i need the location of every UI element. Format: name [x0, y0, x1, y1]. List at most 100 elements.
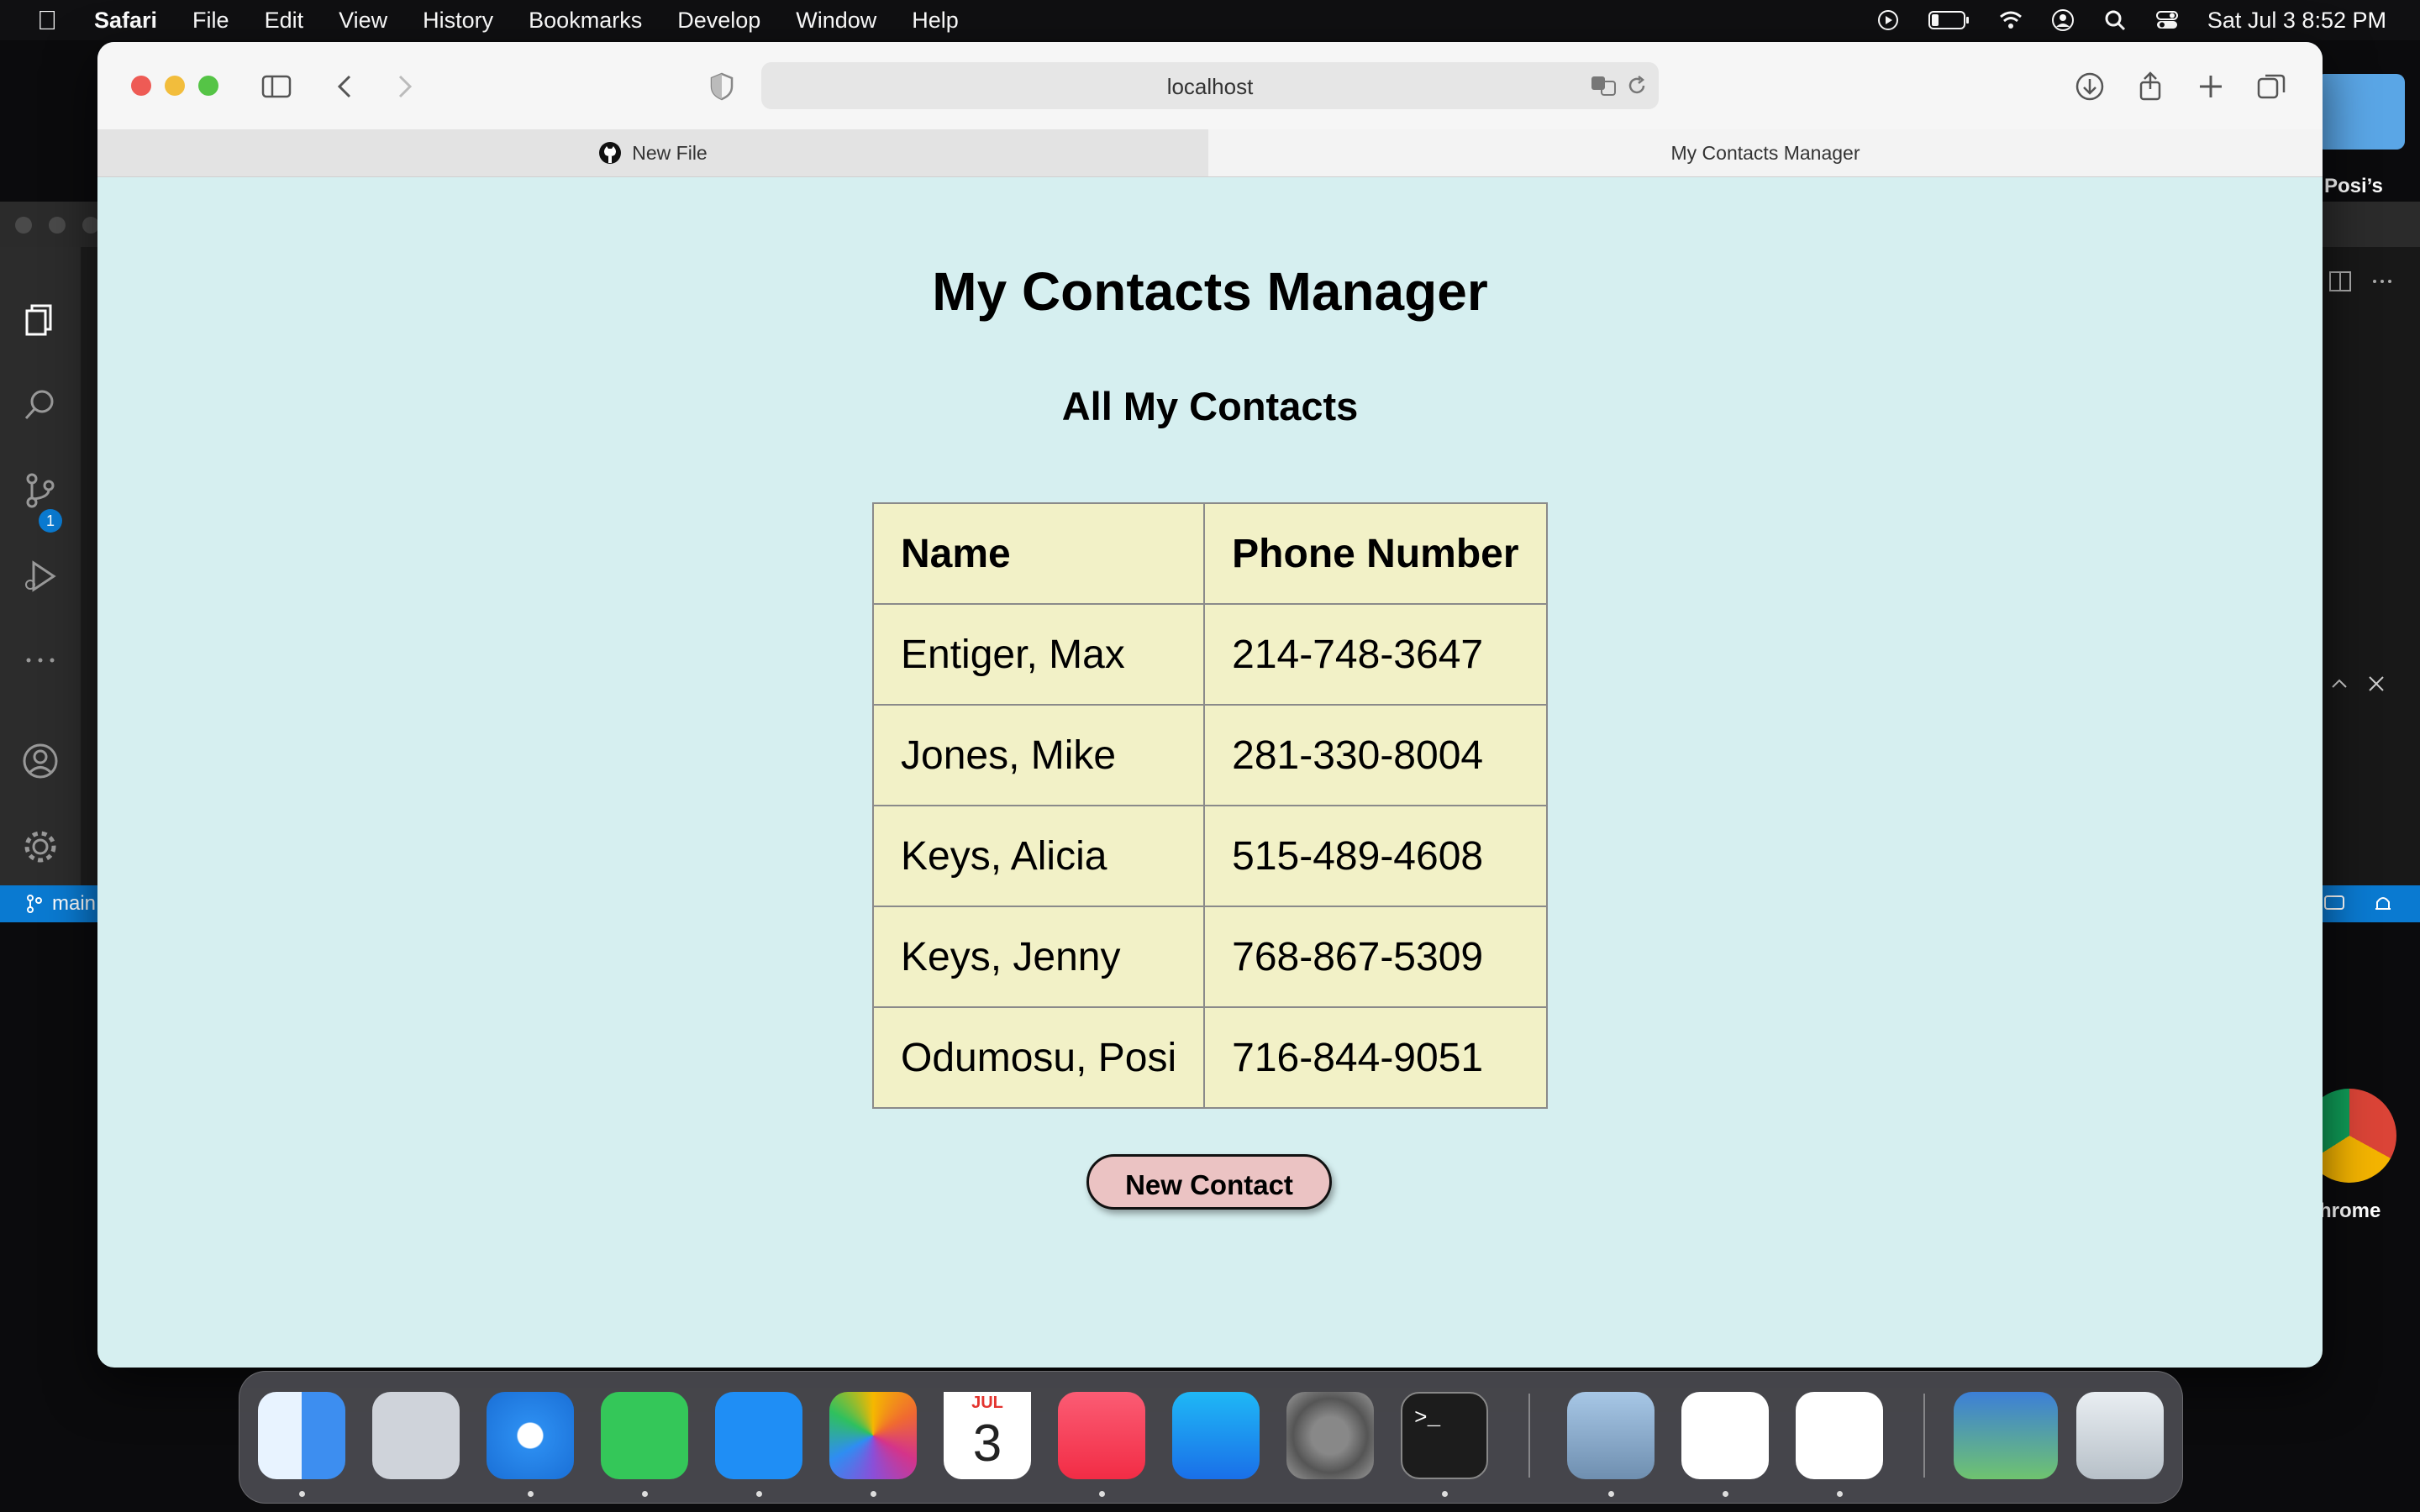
page-subtitle: All My Contacts	[1061, 384, 1359, 428]
close-window-button[interactable]	[131, 76, 151, 96]
dock-separator	[1923, 1394, 1925, 1478]
split-editor-icon[interactable]	[2328, 269, 2353, 294]
system-preferences-icon[interactable]	[1286, 1392, 1374, 1479]
running-indicator	[1442, 1491, 1448, 1497]
vscode-editor-pane	[2323, 247, 2420, 885]
menu-develop[interactable]: Develop	[677, 8, 760, 34]
contact-phone: 214-748-3647	[1203, 603, 1548, 706]
page-title: My Contacts Manager	[932, 261, 1488, 322]
table-row: Keys, Jenny 768-867-5309	[871, 906, 1548, 1008]
wps-office-icon[interactable]	[1681, 1392, 1769, 1479]
vscode-icon[interactable]	[1796, 1392, 1883, 1479]
notifications-bell-icon[interactable]	[2371, 892, 2395, 916]
share-icon[interactable]	[2134, 71, 2166, 102]
git-branch-icon	[27, 895, 42, 913]
settings-gear-icon[interactable]	[22, 828, 59, 865]
vscode-close-button[interactable]	[15, 217, 32, 234]
sidebar-toggle-icon[interactable]	[260, 71, 292, 102]
desktop-folder-label[interactable]: Posi’s	[2324, 175, 2383, 198]
launchpad-icon[interactable]	[372, 1392, 460, 1479]
running-indicator	[299, 1491, 305, 1497]
header-phone-number: Phone Number	[1203, 502, 1548, 605]
running-indicator	[1099, 1491, 1105, 1497]
editor-more-icon[interactable]	[2370, 269, 2395, 294]
terminal-prompt: >_	[1414, 1405, 1441, 1431]
tab-my-contacts-manager-label: My Contacts Manager	[1670, 141, 1860, 164]
calendar-icon[interactable]: JUL 3	[944, 1392, 1031, 1479]
menu-help[interactable]: Help	[912, 8, 959, 34]
search-icon[interactable]	[22, 386, 59, 423]
desktop-folder-icon[interactable]	[2316, 74, 2405, 150]
zoom-window-button[interactable]	[198, 76, 218, 96]
music-icon[interactable]	[1058, 1392, 1145, 1479]
now-playing-icon[interactable]	[1876, 8, 1900, 32]
menu-bookmarks[interactable]: Bookmarks	[529, 8, 642, 34]
terminal-icon[interactable]: >_	[1401, 1392, 1488, 1479]
address-bar-url[interactable]: localhost	[761, 74, 1659, 100]
translate-icon[interactable]	[1590, 74, 1618, 97]
running-indicator	[1837, 1491, 1843, 1497]
running-indicator	[871, 1491, 876, 1497]
menu-history[interactable]: History	[423, 8, 493, 34]
menu-file[interactable]: File	[192, 8, 229, 34]
menu-app-name[interactable]: Safari	[94, 8, 157, 34]
spotlight-search-icon[interactable]	[2103, 8, 2127, 32]
finder-icon[interactable]	[258, 1392, 345, 1479]
accounts-icon[interactable]	[22, 743, 59, 780]
contact-name: Entiger, Max	[871, 603, 1206, 706]
minimize-window-button[interactable]	[165, 76, 185, 96]
explorer-icon[interactable]	[22, 301, 59, 338]
control-center-icon[interactable]	[2155, 8, 2179, 32]
vscode-minimize-button[interactable]	[49, 217, 66, 234]
tab-new-file[interactable]: New File	[97, 129, 1209, 176]
more-actions-icon[interactable]	[22, 642, 59, 679]
user-account-icon[interactable]	[2051, 8, 2075, 32]
dock: JUL 3 >_	[239, 1371, 2183, 1504]
run-debug-icon[interactable]	[22, 558, 59, 595]
preview-icon[interactable]	[1567, 1392, 1655, 1479]
screenshot-thumbnail-icon[interactable]	[1954, 1392, 2058, 1479]
new-contact-button[interactable]: New Contact	[1086, 1154, 1332, 1210]
tab-overview-icon[interactable]	[2255, 71, 2287, 102]
source-control-icon[interactable]	[22, 472, 59, 509]
new-tab-plus-icon[interactable]	[2195, 71, 2227, 102]
running-indicator	[528, 1491, 534, 1497]
downloads-icon[interactable]	[2074, 71, 2106, 102]
github-icon	[599, 142, 622, 164]
status-menus: Sat Jul 3 8:52 PM	[1876, 0, 2386, 40]
git-branch-label[interactable]: main	[52, 892, 96, 916]
messages-icon[interactable]	[601, 1392, 688, 1479]
feedback-icon[interactable]	[2323, 892, 2346, 916]
safari-icon[interactable]	[487, 1392, 574, 1479]
calendar-day: 3	[972, 1415, 1002, 1473]
safari-window: localhost New File My Contacts Manager M…	[97, 42, 2323, 1368]
reload-icon[interactable]	[1625, 74, 1649, 97]
tab-my-contacts-manager[interactable]: My Contacts Manager	[1208, 129, 2323, 176]
menu-edit[interactable]: Edit	[265, 8, 304, 34]
address-bar[interactable]: localhost	[761, 62, 1659, 109]
trash-icon[interactable]	[2076, 1392, 2164, 1479]
menu-window[interactable]: Window	[796, 8, 876, 34]
battery-icon[interactable]	[1928, 10, 1970, 30]
apple-menu-icon[interactable]: 	[22, 5, 72, 36]
forward-chevron-icon[interactable]	[388, 71, 420, 102]
contact-name: Keys, Jenny	[871, 906, 1206, 1008]
source-control-badge: 1	[39, 509, 62, 533]
page-content: My Contacts Manager All My Contacts Name…	[97, 176, 2323, 1368]
vscode-zoom-button[interactable]	[82, 217, 99, 234]
privacy-shield-icon[interactable]	[706, 71, 738, 102]
table-row: Entiger, Max 214-748-3647	[871, 603, 1548, 706]
menu-bar:  Safari File Edit View History Bookmark…	[0, 0, 2420, 40]
contact-name: Odumosu, Posi	[871, 1006, 1206, 1109]
chrome-desktop-label[interactable]: hrome	[2319, 1200, 2381, 1223]
photos-icon[interactable]	[829, 1392, 917, 1479]
app-store-icon[interactable]	[1172, 1392, 1260, 1479]
mail-icon[interactable]	[715, 1392, 802, 1479]
menubar-clock[interactable]: Sat Jul 3 8:52 PM	[2207, 8, 2386, 34]
menu-view[interactable]: View	[339, 8, 387, 34]
wifi-icon[interactable]	[1999, 8, 2023, 32]
table-row: Keys, Alicia 515-489-4608	[871, 805, 1548, 907]
back-chevron-icon[interactable]	[329, 71, 361, 102]
table-header-row: Name Phone Number	[871, 502, 1548, 605]
panel-controls	[2332, 676, 2384, 691]
